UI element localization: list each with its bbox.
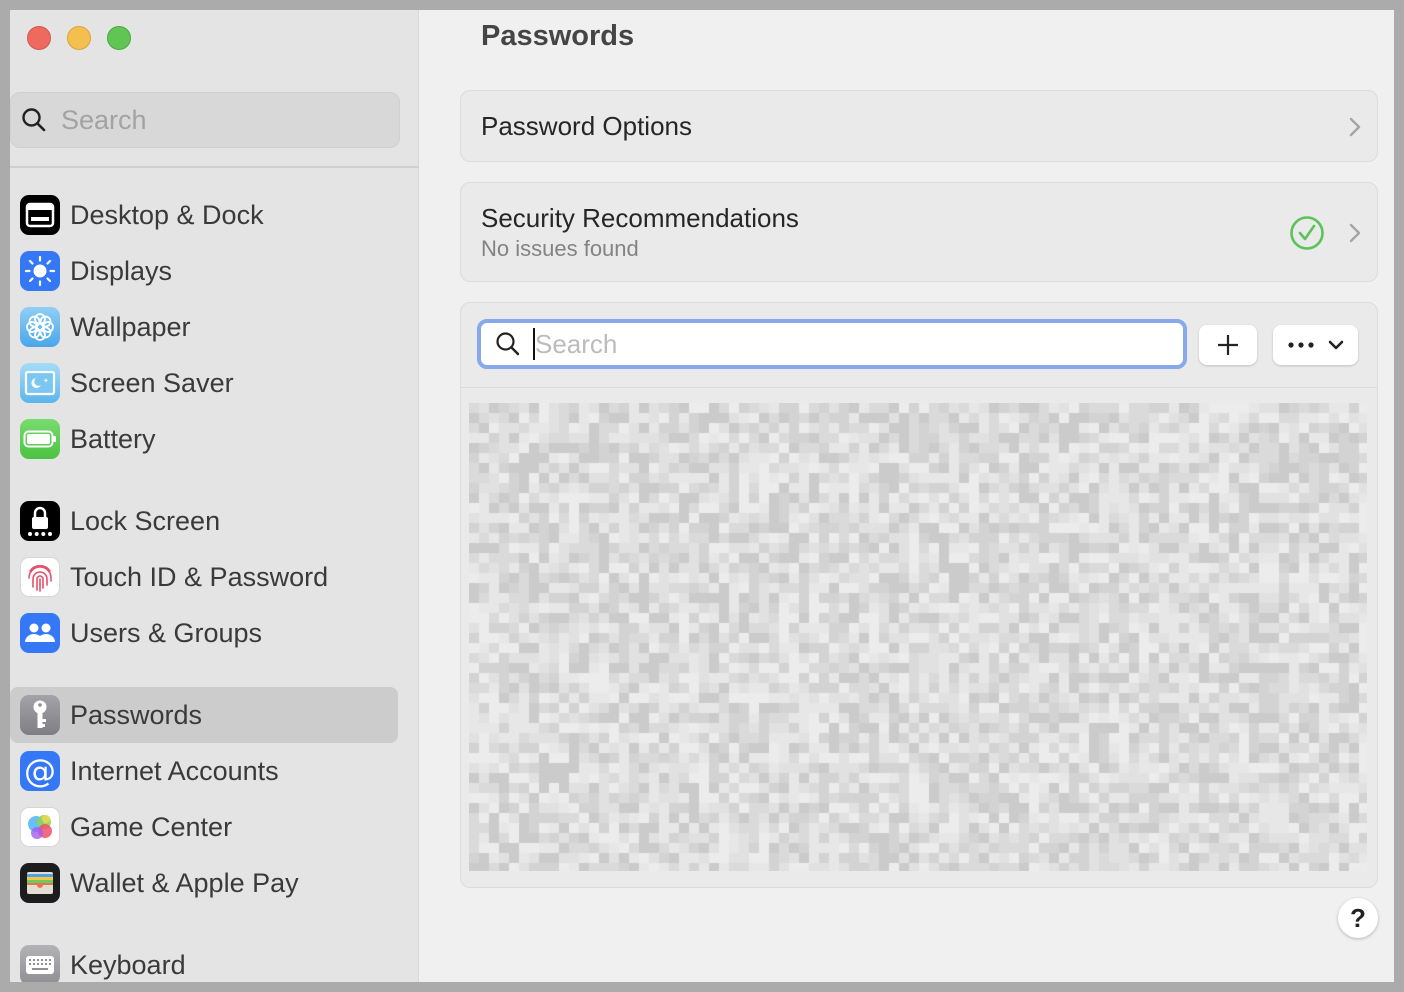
- sidebar-item-touch-id[interactable]: Touch ID & Password: [10, 549, 398, 605]
- sidebar-item-game-center[interactable]: Game Center: [10, 799, 398, 855]
- help-button[interactable]: ?: [1338, 898, 1378, 938]
- keyboard-icon: [20, 945, 60, 982]
- traffic-lights: [27, 26, 131, 50]
- sidebar-item-label: Desktop & Dock: [70, 199, 264, 230]
- screen-saver-icon: ✦: [20, 363, 60, 403]
- zoom-window-button[interactable]: [107, 26, 131, 50]
- ellipsis-icon: [1287, 342, 1314, 348]
- checkmark-circle-icon: [1290, 216, 1324, 250]
- sidebar-item-label: Touch ID & Password: [70, 561, 329, 592]
- sidebar-item-battery[interactable]: Battery: [10, 411, 398, 467]
- sidebar-item-passwords[interactable]: Passwords: [10, 687, 398, 743]
- at-icon: @: [20, 751, 60, 791]
- passwords-list-panel: [460, 302, 1378, 888]
- sidebar-item-screen-saver[interactable]: ✦ Screen Saver: [10, 355, 398, 411]
- search-icon: [496, 332, 520, 356]
- security-recommendations-row[interactable]: Security Recommendations No issues found: [460, 182, 1378, 282]
- sidebar-item-label: Game Center: [70, 811, 233, 842]
- chevron-down-icon: [1328, 340, 1343, 350]
- sidebar-item-label: Displays: [70, 255, 173, 286]
- sidebar-item-lock-screen[interactable]: Lock Screen: [10, 493, 398, 549]
- sidebar-search-field[interactable]: Search: [10, 92, 400, 148]
- minimize-window-button[interactable]: [67, 26, 91, 50]
- more-options-menu-button[interactable]: [1273, 325, 1358, 365]
- key-icon: [20, 695, 60, 735]
- users-icon: [20, 613, 60, 653]
- sidebar-item-internet-accounts[interactable]: @ Internet Accounts: [10, 743, 398, 799]
- page-title: Passwords: [481, 20, 635, 52]
- flower-icon: [20, 307, 60, 347]
- add-password-button[interactable]: [1199, 325, 1257, 365]
- sidebar-divider: [10, 166, 419, 168]
- passwords-search-field[interactable]: [477, 319, 1187, 369]
- security-recommendations-label: Security Recommendations: [481, 203, 799, 233]
- sidebar-item-label: Battery: [70, 423, 156, 454]
- sidebar-item-label: Users & Groups: [70, 617, 263, 648]
- chevron-right-icon: [1349, 117, 1361, 137]
- sidebar-item-label: Wallet & Apple Pay: [70, 867, 299, 898]
- password-options-row[interactable]: Password Options: [460, 90, 1378, 162]
- plus-icon: [1218, 335, 1238, 355]
- security-status-text: No issues found: [481, 236, 639, 261]
- sidebar-item-label: Internet Accounts: [70, 755, 279, 786]
- battery-icon: [20, 419, 60, 459]
- sidebar-item-label: Screen Saver: [70, 367, 234, 398]
- passwords-search-input[interactable]: [535, 328, 1135, 360]
- sun-icon: [20, 251, 60, 291]
- sidebar-item-wallet[interactable]: Wallet & Apple Pay: [10, 855, 398, 911]
- fingerprint-icon: [20, 557, 60, 597]
- sidebar-item-label: Wallpaper: [70, 311, 191, 342]
- sidebar-item-wallpaper[interactable]: Wallpaper: [10, 299, 398, 355]
- close-window-button[interactable]: [27, 26, 51, 50]
- sidebar-item-desktop-dock[interactable]: Desktop & Dock: [10, 187, 398, 243]
- sidebar-item-label: Lock Screen: [70, 505, 221, 536]
- sidebar-item-keyboard[interactable]: Keyboard: [10, 937, 398, 982]
- sidebar-item-displays[interactable]: Displays: [10, 243, 398, 299]
- sidebar-item-users-groups[interactable]: Users & Groups: [10, 605, 398, 661]
- desktop-dock-icon: [20, 195, 60, 235]
- sidebar: Search Desktop & Dock Displays Wallpaper: [10, 10, 419, 982]
- sidebar-item-label: Passwords: [70, 699, 203, 730]
- sidebar-search-placeholder: Search: [61, 104, 147, 135]
- main-content: Passwords Password Options Security Reco…: [420, 10, 1394, 982]
- sidebar-item-label: Keyboard: [70, 949, 186, 980]
- password-options-label: Password Options: [481, 111, 692, 141]
- wallet-icon: [20, 863, 60, 903]
- redacted-password-list: [469, 403, 1367, 871]
- chevron-right-icon: [1349, 223, 1361, 243]
- lock-icon: [20, 501, 60, 541]
- list-divider: [461, 387, 1377, 388]
- svg-text:✦: ✦: [43, 377, 49, 385]
- system-settings-window: Search Desktop & Dock Displays Wallpaper: [10, 10, 1394, 982]
- game-center-icon: [20, 807, 60, 847]
- search-icon: [22, 108, 46, 132]
